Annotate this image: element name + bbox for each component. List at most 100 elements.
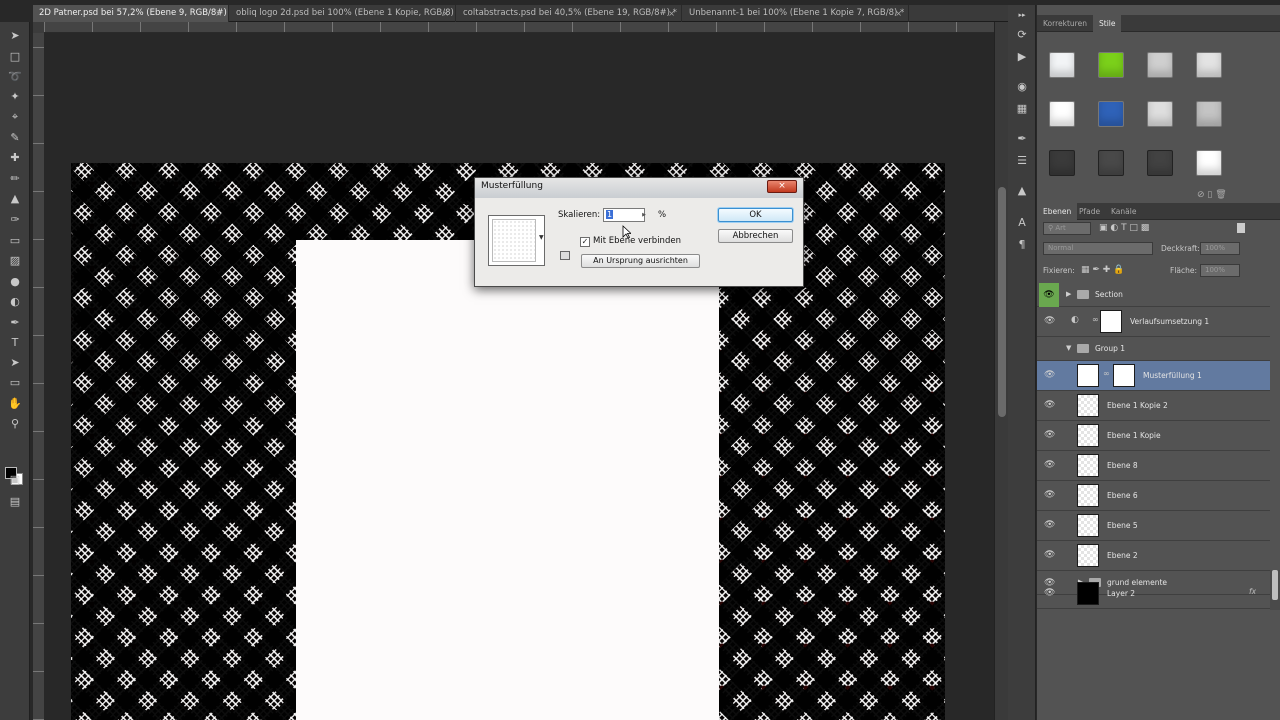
close-icon[interactable]: × xyxy=(215,5,222,22)
marquee-tool-icon[interactable]: □ xyxy=(6,49,24,65)
ok-button[interactable]: OK xyxy=(718,208,793,222)
crop-tool-icon[interactable]: ⌖ xyxy=(6,109,24,125)
brush-presets-icon[interactable]: ☰ xyxy=(1014,153,1030,169)
close-icon[interactable]: × xyxy=(895,5,902,22)
scale-stepper-icon[interactable]: ▶ xyxy=(640,209,648,221)
document-tab-coltabstracts[interactable]: coltabstracts.psd bei 40,5% (Ebene 19, R… xyxy=(457,5,682,22)
visibility-eye-icon[interactable]: 👁 xyxy=(1044,520,1056,530)
visibility-eye-icon[interactable]: 👁 xyxy=(1044,370,1056,380)
tab-korrekturen[interactable]: Korrekturen xyxy=(1037,15,1093,32)
cancel-button[interactable]: Abbrechen xyxy=(718,229,793,243)
tab-ebenen[interactable]: Ebenen xyxy=(1037,203,1078,220)
tab-pfade[interactable]: Pfade xyxy=(1073,203,1106,220)
pen-tool-icon[interactable]: ✒ xyxy=(6,315,24,331)
expand-arrow-icon[interactable]: ▶ xyxy=(1066,290,1071,298)
clone-source-icon[interactable]: ▲ xyxy=(1014,183,1030,199)
link-with-layer-checkbox[interactable]: ✓ xyxy=(580,237,590,247)
style-preset-tile[interactable] xyxy=(1049,150,1075,176)
eyedropper-tool-icon[interactable]: ✎ xyxy=(6,130,24,146)
clone-stamp-tool-icon[interactable]: ▲ xyxy=(6,191,24,207)
quick-mask-icon[interactable]: ▣ xyxy=(6,472,24,488)
layer-row[interactable]: 👁 ▶ Section xyxy=(1037,283,1270,307)
layers-scrollbar[interactable] xyxy=(1270,570,1280,610)
link-with-layer-label[interactable]: Mit Ebene verbinden xyxy=(593,236,681,246)
hand-tool-icon[interactable]: ✋ xyxy=(6,396,24,412)
tab-stile[interactable]: Stile xyxy=(1093,15,1122,32)
healing-tool-icon[interactable]: ✚ xyxy=(6,150,24,166)
layer-row[interactable]: 👁 Ebene 2 xyxy=(1037,541,1270,571)
style-preset-tile[interactable] xyxy=(1049,52,1075,78)
style-preset-tile[interactable] xyxy=(1147,52,1173,78)
white-page-layer[interactable] xyxy=(296,240,719,720)
layer-row[interactable]: 👁 Ebene 1 Kopie xyxy=(1037,421,1270,451)
close-icon[interactable]: × xyxy=(442,5,449,22)
layer-filter-icons[interactable]: ▣ ◐ T □ ▩ xyxy=(1099,223,1149,233)
document-tab-unbenannt-1[interactable]: Unbenannt-1 bei 100% (Ebene 1 Kopie 7, R… xyxy=(683,5,909,22)
snap-to-origin-button[interactable]: An Ursprung ausrichten xyxy=(581,254,700,268)
layer-row[interactable]: 👁 Ebene 8 xyxy=(1037,451,1270,481)
layer-filter-select[interactable]: ⚲ Art xyxy=(1043,222,1091,235)
actions-icon[interactable]: ▶ xyxy=(1014,49,1030,65)
style-preset-tile[interactable] xyxy=(1196,101,1222,127)
zoom-tool-icon[interactable]: ⚲ xyxy=(6,416,24,432)
style-preset-tile[interactable] xyxy=(1098,101,1124,127)
fx-icon[interactable]: fx xyxy=(1249,587,1256,596)
character-icon[interactable]: A xyxy=(1014,215,1030,231)
style-preset-tile[interactable] xyxy=(1196,52,1222,78)
visibility-eye-icon[interactable]: 👁 xyxy=(1039,283,1059,307)
visibility-eye-icon[interactable]: 👁 xyxy=(1044,550,1056,560)
shape-tool-icon[interactable]: ▭ xyxy=(6,375,24,391)
dodge-tool-icon[interactable]: ◐ xyxy=(6,294,24,310)
layer-row[interactable]: 👁 Ebene 5 xyxy=(1037,511,1270,541)
canvas-vertical-scrollbar[interactable] xyxy=(994,22,1008,720)
visibility-eye-icon[interactable]: 👁 xyxy=(1044,316,1056,326)
color-icon[interactable]: ◉ xyxy=(1014,79,1030,95)
layer-row[interactable]: 👁 Ebene 6 xyxy=(1037,481,1270,511)
lock-icons[interactable]: ▦ ✒ ✚ 🔒 xyxy=(1081,265,1124,275)
swatches-icon[interactable]: ▦ xyxy=(1014,101,1030,117)
filter-toggle[interactable] xyxy=(1237,223,1245,233)
style-preset-tile[interactable] xyxy=(1098,52,1124,78)
brush-tool-icon[interactable]: ✏ xyxy=(6,171,24,187)
style-preset-tile[interactable] xyxy=(1049,101,1075,127)
blur-tool-icon[interactable]: ● xyxy=(6,274,24,290)
style-preset-tile[interactable] xyxy=(1196,150,1222,176)
quick-select-tool-icon[interactable]: ✦ xyxy=(6,89,24,105)
scrollbar-thumb[interactable] xyxy=(1272,570,1278,600)
opacity-field[interactable]: 100% xyxy=(1200,242,1240,255)
eraser-tool-icon[interactable]: ▭ xyxy=(6,233,24,249)
pattern-picker[interactable]: ▼ xyxy=(488,215,545,266)
document-tab-obliq-logo[interactable]: obliq logo 2d.psd bei 100% (Ebene 1 Kopi… xyxy=(230,5,456,22)
path-select-tool-icon[interactable]: ➤ xyxy=(6,355,24,371)
move-tool-icon[interactable]: ➤ xyxy=(6,28,24,44)
scale-input[interactable]: 1 xyxy=(603,208,645,222)
close-icon[interactable]: × xyxy=(668,5,675,22)
collapse-arrow-icon[interactable]: ▼ xyxy=(1066,344,1071,352)
history-icon[interactable]: ⟳ xyxy=(1014,27,1030,43)
document-tab-2d-patner[interactable]: 2D Patner.psd bei 57,2% (Ebene 9, RGB/8#… xyxy=(33,5,229,22)
visibility-eye-icon[interactable]: 👁 xyxy=(1044,490,1056,500)
paragraph-icon[interactable]: ¶ xyxy=(1014,237,1030,253)
chevron-down-icon[interactable]: ▼ xyxy=(539,234,544,241)
scrollbar-thumb[interactable] xyxy=(998,187,1006,417)
fill-field[interactable]: 100% xyxy=(1200,264,1240,277)
history-brush-tool-icon[interactable]: ✑ xyxy=(6,212,24,228)
layer-row[interactable]: 👁 Ebene 1 Kopie 2 xyxy=(1037,391,1270,421)
visibility-eye-icon[interactable]: 👁 xyxy=(1044,460,1056,470)
layer-row-selected[interactable]: 👁 ∞ Musterfüllung 1 xyxy=(1037,361,1270,391)
type-tool-icon[interactable]: T xyxy=(6,335,24,351)
visibility-eye-icon[interactable]: 👁 xyxy=(1044,588,1056,598)
tab-kanaele[interactable]: Kanäle xyxy=(1105,203,1142,220)
blend-mode-select[interactable]: Normal xyxy=(1043,242,1153,255)
dialog-title-bar[interactable]: Musterfüllung × xyxy=(475,178,803,198)
layer-row[interactable]: ▼ Group 1 xyxy=(1037,337,1270,361)
brushes-icon[interactable]: ✒ xyxy=(1014,131,1030,147)
style-preset-tile[interactable] xyxy=(1147,150,1173,176)
gradient-tool-icon[interactable]: ▨ xyxy=(6,253,24,269)
layer-row[interactable]: 👁 Layer 2 fx xyxy=(1037,579,1270,609)
dock-collapse-icon[interactable]: ▸▸ xyxy=(1014,7,1030,23)
style-preset-tile[interactable] xyxy=(1098,150,1124,176)
visibility-eye-icon[interactable]: 👁 xyxy=(1044,430,1056,440)
visibility-eye-icon[interactable]: 👁 xyxy=(1044,400,1056,410)
screen-mode-icon[interactable]: ▤ xyxy=(6,494,24,510)
